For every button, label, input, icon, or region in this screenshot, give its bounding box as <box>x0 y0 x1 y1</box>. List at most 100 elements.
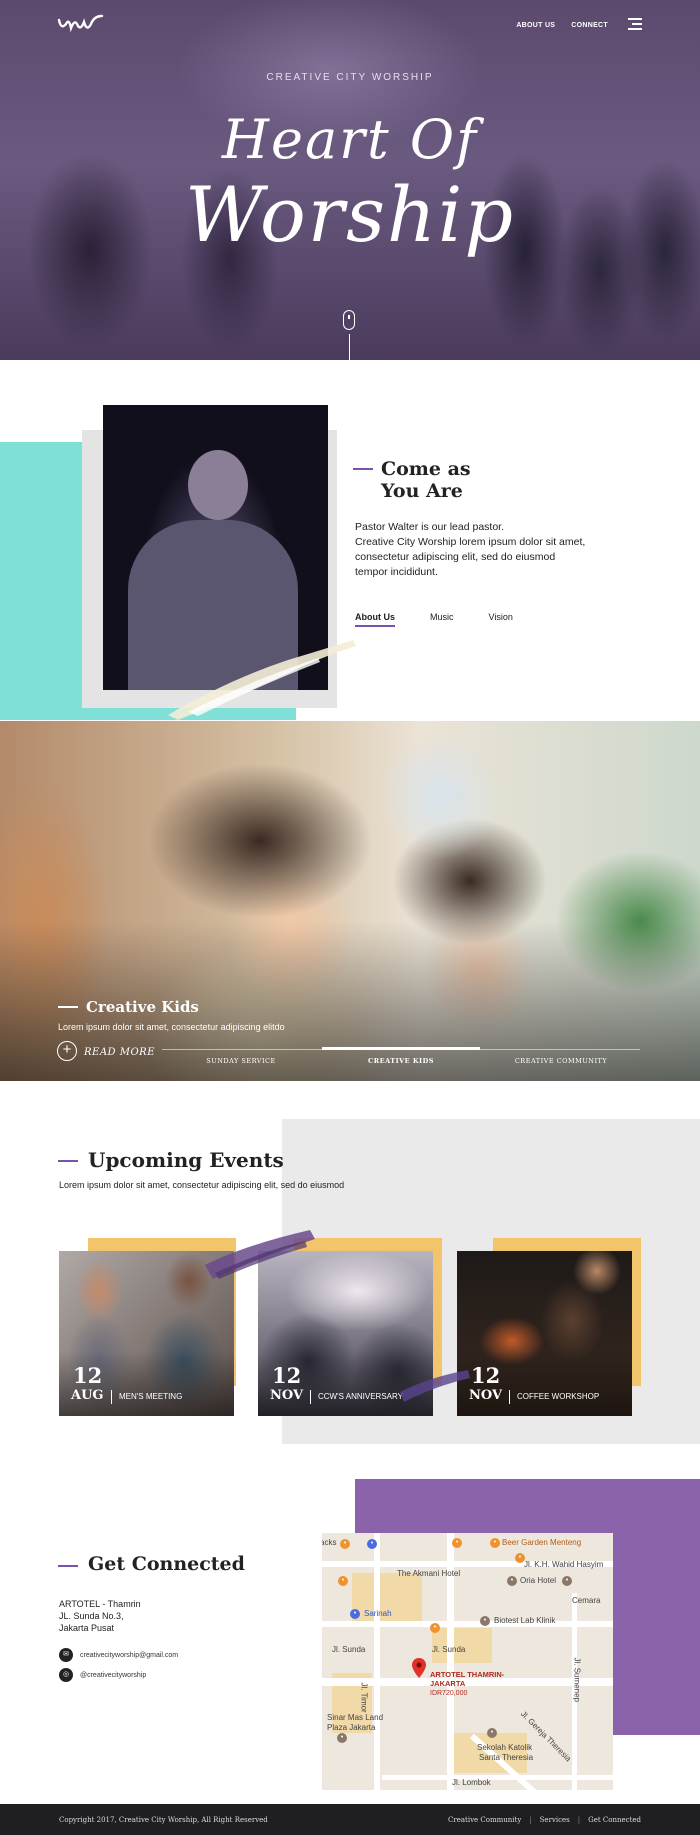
footer-separator: | <box>529 1816 532 1824</box>
map-label: Beer Garden Menteng <box>502 1538 582 1547</box>
map-label: Jl. Timor <box>359 1682 369 1713</box>
map-label: Cemara <box>572 1596 601 1605</box>
kids-subtitle: Lorem ipsum dolor sit amet, consectetur … <box>58 1022 285 1032</box>
about-heading: Come as You Are <box>381 458 471 502</box>
map-road <box>382 1775 613 1780</box>
map-label: Sinar Mas Land <box>327 1713 384 1722</box>
hero-section: ABOUT US CONNECT CREATIVE CITY WORSHIP H… <box>0 0 700 360</box>
tab-music[interactable]: Music <box>430 612 454 627</box>
event-separator <box>509 1390 510 1404</box>
shopping-icon[interactable]: • <box>350 1609 360 1619</box>
email-link[interactable]: creativecityworship@gmail.com <box>80 1652 178 1659</box>
about-paragraph-line: Pastor Walter is our lead pastor. <box>355 521 505 533</box>
map-label: Plaza Jakarta <box>327 1723 376 1732</box>
connect-accent-line <box>58 1565 78 1567</box>
nav-connect[interactable]: CONNECT <box>571 22 608 29</box>
map-label: Jl. Sunda <box>332 1645 366 1654</box>
event-title: CCW'S ANNIVERSARY <box>318 1392 403 1401</box>
place-icon[interactable]: • <box>480 1616 490 1626</box>
restaurant-icon[interactable]: • <box>338 1576 348 1586</box>
instagram-icon: ◎ <box>59 1668 73 1682</box>
event-month: NOV <box>469 1388 503 1403</box>
restaurant-icon[interactable]: • <box>490 1538 500 1548</box>
shopping-icon[interactable]: • <box>367 1539 377 1549</box>
events-subtitle: Lorem ipsum dolor sit amet, consectetur … <box>59 1180 345 1190</box>
footer-link-services[interactable]: Services <box>540 1816 570 1824</box>
restaurant-icon[interactable]: • <box>452 1538 462 1548</box>
brush-stroke <box>168 640 356 720</box>
footer-link-get-connected[interactable]: Get Connected <box>588 1816 641 1824</box>
footer-separator: | <box>577 1816 581 1824</box>
event-month: AUG <box>71 1388 104 1403</box>
kids-accent-line <box>58 1006 78 1008</box>
pastor-face <box>188 450 248 520</box>
heading-accent-line <box>353 468 373 470</box>
map-label: Jl. Lombok <box>452 1778 491 1787</box>
footer: Copyright 2017, Creative City Worship, A… <box>0 1804 700 1835</box>
footer-link-creative-community[interactable]: Creative Community <box>448 1816 521 1824</box>
menu-icon[interactable] <box>628 18 642 30</box>
scroll-line <box>349 334 350 360</box>
map-pin-icon[interactable] <box>412 1658 426 1678</box>
top-nav: ABOUT US CONNECT <box>516 22 608 29</box>
address: ARTOTEL - Thamrin JL. Sunda No.3, Jakart… <box>59 1598 141 1634</box>
map-label: Biotest Lab Klinik <box>494 1616 556 1625</box>
map-label: Sarinah <box>364 1609 392 1618</box>
bar-icon[interactable]: • <box>515 1553 525 1563</box>
map-label: Sekolah Katolik <box>477 1743 533 1752</box>
event-title: COFFEE WORKSHOP <box>517 1392 600 1401</box>
events-heading: Upcoming Events <box>88 1148 284 1172</box>
event-separator <box>310 1390 311 1404</box>
address-line: Jakarta Pusat <box>59 1623 115 1633</box>
event-day: 12 <box>272 1363 302 1388</box>
map-road <box>374 1533 380 1790</box>
location-map[interactable]: acks Beer Garden Menteng Jl. K.H. Wahid … <box>322 1533 613 1790</box>
tab-vision[interactable]: Vision <box>489 612 513 627</box>
school-icon[interactable]: • <box>487 1728 497 1738</box>
event-title: MEN'S MEETING <box>119 1392 183 1401</box>
events-accent-line <box>58 1160 78 1162</box>
about-paragraph-line: tempor incididunt. <box>355 566 438 578</box>
slide-creative-community[interactable]: CREATIVE COMMUNITY <box>482 1057 640 1065</box>
about-tabs: About Us Music Vision <box>355 612 513 627</box>
map-label: The Akmani Hotel <box>397 1569 461 1578</box>
restaurant-icon[interactable]: • <box>430 1623 440 1633</box>
connect-heading: Get Connected <box>88 1553 245 1575</box>
hotel-icon[interactable]: • <box>507 1576 517 1586</box>
event-day: 12 <box>73 1363 103 1388</box>
slide-sunday-service[interactable]: SUNDAY SERVICE <box>162 1057 320 1065</box>
hero-title-line2: Worship <box>185 170 515 259</box>
map-label: Jl. K.H. Wahid Hasyim <box>524 1560 604 1569</box>
event-separator <box>111 1390 112 1404</box>
place-icon[interactable]: • <box>562 1576 572 1586</box>
event-card-coffee-workshop[interactable]: 12 NOV COFFEE WORKSHOP <box>457 1251 632 1416</box>
about-paragraph-line: consectetur adipiscing elit, sed do eius… <box>355 551 556 563</box>
email-icon: ✉ <box>59 1648 73 1662</box>
purple-brush-stroke <box>400 1370 470 1402</box>
map-label: Jl. Sunda <box>432 1645 466 1654</box>
plus-icon[interactable]: + <box>57 1041 77 1061</box>
nav-about-us[interactable]: ABOUT US <box>516 22 555 29</box>
place-icon[interactable]: • <box>337 1733 347 1743</box>
slide-creative-kids[interactable]: CREATIVE KIDS <box>322 1057 480 1065</box>
address-line: ARTOTEL - Thamrin <box>59 1599 141 1609</box>
instagram-link[interactable]: @creativecityworship <box>80 1672 146 1679</box>
map-label: Santa Theresia <box>479 1753 534 1762</box>
read-more-link[interactable]: READ MORE <box>84 1047 155 1058</box>
map-label: Oria Hotel <box>520 1576 557 1585</box>
map-pin-name: ARTOTEL THAMRIN-JAKARTA <box>430 1670 505 1688</box>
hero-title-line1: Heart Of <box>221 108 479 171</box>
event-month: NOV <box>270 1388 304 1403</box>
restaurant-icon[interactable]: • <box>340 1539 350 1549</box>
kids-banner: Creative Kids Lorem ipsum dolor sit amet… <box>0 721 700 1081</box>
tab-about-us[interactable]: About Us <box>355 612 395 627</box>
map-label: acks <box>322 1538 337 1547</box>
map-label: Jl. Sumenep <box>572 1657 582 1702</box>
map-road <box>322 1621 613 1627</box>
purple-brush-stroke <box>205 1230 315 1279</box>
about-paragraph-line: Creative City Worship lorem ipsum dolor … <box>355 536 586 548</box>
about-heading-line1: Come as <box>381 458 471 480</box>
logo[interactable] <box>56 10 106 36</box>
scroll-mouse-icon[interactable] <box>343 310 355 330</box>
address-line: JL. Sunda No.3, <box>59 1611 124 1621</box>
